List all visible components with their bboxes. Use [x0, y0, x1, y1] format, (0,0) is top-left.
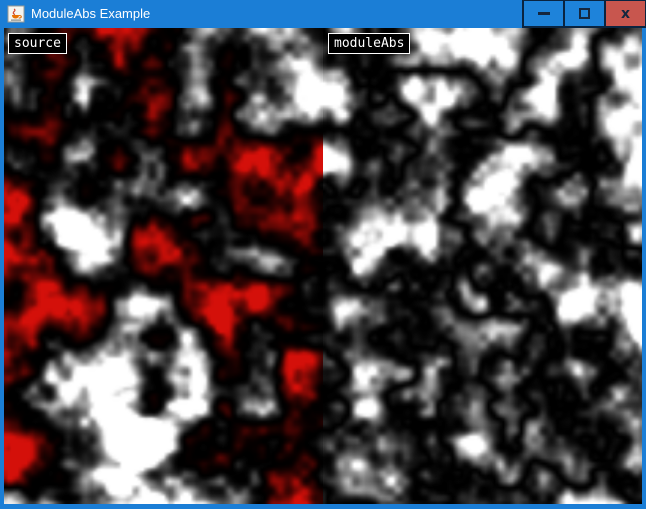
maximize-icon: [579, 8, 590, 19]
moduleabs-label: moduleAbs: [328, 33, 410, 54]
moduleabs-noise-image: [323, 28, 642, 504]
close-icon: x: [621, 7, 630, 21]
maximize-button[interactable]: [565, 1, 604, 26]
window-controls: x: [522, 0, 646, 28]
source-label: source: [8, 33, 67, 54]
window-title: ModuleAbs Example: [31, 0, 150, 28]
minimize-button[interactable]: [524, 1, 563, 26]
app-window: ModuleAbs Example x source moduleAbs: [0, 0, 646, 509]
source-noise-image: [4, 28, 323, 504]
render-area: source moduleAbs: [4, 28, 642, 504]
java-coffee-cup-icon: [7, 5, 25, 23]
titlebar[interactable]: ModuleAbs Example x: [0, 0, 646, 28]
minimize-icon: [538, 12, 550, 15]
close-button[interactable]: x: [606, 1, 645, 26]
